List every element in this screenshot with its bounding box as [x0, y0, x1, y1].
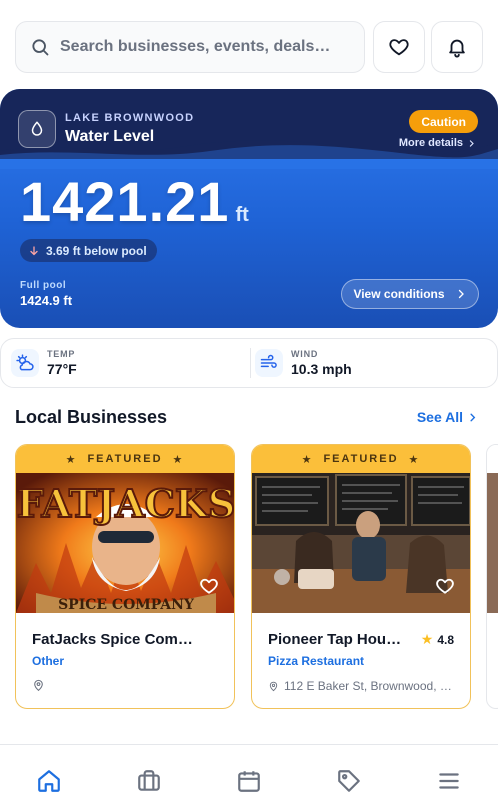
water-drop-badge [18, 110, 56, 148]
star-icon: ★ [65, 453, 78, 466]
business-address-text: 112 E Baker St, Brownwood, … [284, 679, 452, 693]
search-icon [32, 39, 49, 56]
business-card[interactable]: ★ FEATURED ★ Pioneer Tap Hou… ★ 4.8 Pizz… [251, 444, 471, 709]
water-level-card[interactable]: LAKE BROWNWOOD Water Level Caution More … [0, 89, 498, 328]
wind-value: 10.3 mph [291, 361, 352, 377]
more-details-label: More details [398, 137, 463, 149]
nav-events[interactable] [235, 767, 263, 795]
business-name: Pioneer Tap Hou… [268, 631, 402, 648]
water-level-value: 1421.21 [20, 170, 230, 233]
business-address [32, 679, 218, 692]
favorites-button[interactable] [373, 21, 425, 73]
favorite-button[interactable] [432, 573, 458, 599]
water-level-readout: 1421.21 ft [20, 169, 249, 234]
nav-businesses[interactable] [135, 767, 163, 795]
rating: ★ 4.8 [421, 631, 454, 648]
business-photo [252, 473, 470, 613]
search-input[interactable]: Search businesses, events, deals… [60, 38, 335, 56]
nav-menu[interactable] [435, 767, 463, 795]
weather-divider [250, 348, 251, 378]
bottom-navigation [0, 744, 498, 804]
partly-sunny-icon [16, 354, 34, 371]
temperature-item: TEMP 77°F [11, 339, 77, 387]
temperature-value: 77°F [47, 361, 77, 377]
location-pin-icon [269, 681, 278, 691]
wind-text: WIND 10.3 mph [291, 349, 352, 377]
business-info: FatJacks Spice Com… Other [16, 613, 234, 692]
featured-label: FEATURED [323, 453, 399, 465]
svg-text:FATJACKS: FATJACKS [17, 481, 234, 526]
business-card[interactable]: ★ FEATURED ★ FATJACKS SPICE COMPANY FatJ… [15, 444, 235, 709]
wind-icon [260, 354, 277, 368]
wind-label: WIND [291, 349, 319, 359]
see-all-link[interactable]: See All [417, 409, 478, 425]
tag-icon [338, 770, 360, 792]
favorite-button[interactable] [196, 573, 222, 599]
heart-icon [200, 578, 218, 594]
temperature-label: TEMP [47, 349, 76, 359]
heart-icon [436, 578, 454, 594]
chevron-right-icon [470, 413, 476, 421]
more-details-link[interactable]: More details [399, 137, 476, 149]
star-icon: ★ [408, 453, 421, 466]
section-title: Local Businesses [15, 407, 168, 427]
business-name: FatJacks Spice Com… [32, 631, 193, 648]
business-photo: FATJACKS SPICE COMPANY [16, 473, 234, 613]
search-bar[interactable]: Search businesses, events, deals… [15, 21, 365, 73]
business-category: Pizza Restaurant [268, 654, 365, 668]
calendar-icon [238, 771, 260, 792]
below-pool-text: 3.69 ft below pool [46, 243, 147, 258]
briefcase-icon [138, 770, 160, 791]
business-card-partial[interactable] [486, 444, 498, 709]
wind-icon-box [255, 349, 283, 377]
nav-home[interactable] [35, 767, 63, 795]
featured-banner: ★ FEATURED ★ [16, 445, 234, 473]
weather-icon-box [11, 349, 39, 377]
chevron-right-icon [458, 289, 464, 299]
home-icon [38, 770, 60, 792]
bell-icon [449, 39, 465, 58]
menu-icon [439, 773, 459, 789]
chevron-right-icon [469, 139, 474, 147]
featured-label: FEATURED [87, 453, 163, 465]
temperature-text: TEMP 77°F [47, 349, 77, 377]
arrow-down-icon [30, 245, 38, 255]
below-pool-badge: 3.69 ft below pool [20, 239, 157, 262]
see-all-label: See All [416, 409, 463, 425]
star-icon: ★ [301, 453, 314, 466]
view-conditions-button[interactable]: View conditions [341, 279, 479, 309]
status-badge: Caution [409, 110, 478, 133]
star-icon: ★ [172, 453, 185, 466]
business-category: Other [32, 654, 65, 668]
app-screen: Search businesses, events, deals… LAKE B… [0, 0, 498, 804]
notifications-button[interactable] [431, 21, 483, 73]
svg-text:SPICE COMPANY: SPICE COMPANY [58, 597, 195, 613]
card-banner-partial [487, 445, 498, 473]
heart-icon [389, 39, 409, 56]
nav-deals[interactable] [335, 767, 363, 795]
water-level-unit: ft [235, 204, 249, 226]
weather-strip: TEMP 77°F WIND 10.3 mph [0, 338, 498, 388]
rating-value: 4.8 [437, 632, 454, 647]
location-pin-icon [34, 679, 43, 692]
full-pool-label: Full pool [20, 280, 67, 291]
water-drop-icon [31, 121, 43, 136]
business-info: Pioneer Tap Hou… ★ 4.8 Pizza Restaurant … [252, 613, 470, 693]
lake-name: LAKE BROWNWOOD [65, 112, 195, 124]
business-address: 112 E Baker St, Brownwood, … [268, 679, 454, 693]
view-conditions-label: View conditions [353, 287, 445, 301]
star-icon: ★ [420, 631, 434, 647]
business-photo-partial [487, 473, 498, 613]
wind-item: WIND 10.3 mph [255, 339, 352, 387]
featured-banner: ★ FEATURED ★ [252, 445, 470, 473]
water-level-title: Water Level [65, 128, 155, 145]
full-pool-value: 1424.9 ft [20, 293, 73, 308]
